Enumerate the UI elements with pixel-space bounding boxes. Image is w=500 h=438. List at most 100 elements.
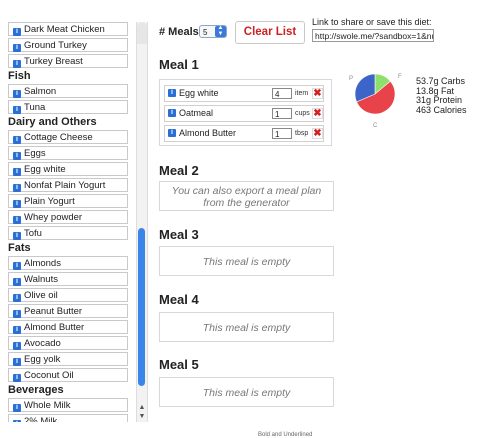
scrollbar-thumb[interactable] bbox=[138, 228, 145, 386]
food-list-item[interactable]: i2% Milk bbox=[8, 414, 128, 422]
food-list-item-label: Tuna bbox=[24, 102, 46, 113]
food-list-item[interactable]: i Whey powder bbox=[8, 210, 128, 224]
food-list-item-label: Eggs bbox=[24, 148, 46, 159]
food-list-item-label: Turkey Breast bbox=[24, 56, 83, 67]
meal-food-row: i Egg white 4 item ✖ bbox=[164, 85, 324, 102]
food-list-item[interactable]: i Coconut Oil bbox=[8, 368, 128, 382]
food-list-item[interactable]: i Peanut Butter bbox=[8, 304, 128, 318]
food-list-item[interactable]: i Turkey Breast bbox=[8, 54, 128, 68]
info-icon[interactable]: i bbox=[13, 326, 21, 334]
food-list-item[interactable]: i Ground Turkey bbox=[8, 38, 128, 52]
food-list-item-label: Avocado bbox=[24, 338, 61, 349]
food-category-heading: Dairy and Others bbox=[8, 116, 97, 128]
food-list-item-label: Dark Meat Chicken bbox=[24, 24, 105, 35]
food-list-item[interactable]: i Nonfat Plain Yogurt bbox=[8, 178, 128, 192]
info-icon[interactable]: i bbox=[13, 310, 21, 318]
food-list-item[interactable]: i Whole Milk bbox=[8, 398, 128, 412]
food-list-item-label: Egg white bbox=[24, 164, 66, 175]
meal-food-name: Oatmeal bbox=[179, 108, 214, 118]
food-list-item-label: Nonfat Plain Yogurt bbox=[24, 180, 106, 191]
food-list-item-label: Tofu bbox=[24, 228, 42, 239]
pie-label-fat: F bbox=[398, 74, 402, 80]
food-list-item[interactable]: i Cottage Cheese bbox=[8, 130, 128, 144]
scroll-down-arrow-icon[interactable]: ▼ bbox=[137, 413, 147, 421]
remove-food-icon[interactable]: ✖ bbox=[312, 88, 323, 99]
info-icon[interactable]: i bbox=[13, 294, 21, 302]
pie-label-protein: P bbox=[349, 76, 353, 82]
food-list-item[interactable]: i Eggs bbox=[8, 146, 128, 160]
quantity-input[interactable]: 4 bbox=[272, 88, 292, 99]
info-icon[interactable]: i bbox=[13, 216, 21, 224]
scrollbar-track-cap bbox=[137, 22, 147, 44]
info-icon[interactable]: i bbox=[13, 342, 21, 350]
info-icon[interactable]: i bbox=[13, 136, 21, 144]
food-list-item-label: Almond Butter bbox=[24, 322, 85, 333]
info-icon[interactable]: i bbox=[13, 374, 21, 382]
info-icon[interactable]: i bbox=[13, 420, 21, 422]
meal-3-placeholder[interactable]: This meal is empty bbox=[159, 246, 334, 276]
info-icon[interactable]: i bbox=[13, 232, 21, 240]
quantity-unit: item bbox=[295, 90, 309, 97]
food-list-scrollbar[interactable]: ▲ ▼ bbox=[136, 22, 148, 422]
info-icon[interactable]: i bbox=[13, 90, 21, 98]
pie-label-carbs: C bbox=[373, 123, 378, 129]
meals-count-value: 5 bbox=[203, 28, 208, 37]
food-list-item[interactable]: i Salmon bbox=[8, 84, 128, 98]
meal-1-box: i Egg white 4 item ✖ i Oatmeal 1 cups ✖ … bbox=[159, 79, 332, 146]
food-list-item[interactable]: i Almonds bbox=[8, 256, 128, 270]
info-icon[interactable]: i bbox=[13, 28, 21, 36]
meal-4-title: Meal 4 bbox=[159, 292, 199, 307]
info-icon[interactable]: i bbox=[13, 278, 21, 286]
food-list-item-label: Plain Yogurt bbox=[24, 196, 75, 207]
food-list-item[interactable]: i Plain Yogurt bbox=[8, 194, 128, 208]
info-icon[interactable]: i bbox=[13, 44, 21, 52]
food-list-item-label: Whole Milk bbox=[24, 400, 71, 411]
meal-food-name: Almond Butter bbox=[179, 128, 237, 138]
food-list-item-label: Cottage Cheese bbox=[24, 132, 93, 143]
quantity-unit: cups bbox=[295, 110, 310, 117]
info-icon[interactable]: i bbox=[13, 262, 21, 270]
quantity-input[interactable]: 1 bbox=[272, 108, 292, 119]
remove-food-icon[interactable]: ✖ bbox=[312, 128, 323, 139]
meal-1-title: Meal 1 bbox=[159, 57, 199, 72]
info-icon[interactable]: i bbox=[13, 404, 21, 412]
quantity-input[interactable]: 1 bbox=[272, 128, 292, 139]
info-icon[interactable]: i bbox=[168, 109, 176, 117]
info-icon[interactable]: i bbox=[13, 200, 21, 208]
meal-5-title: Meal 5 bbox=[159, 357, 199, 372]
share-link-input[interactable]: http://swole.me/?sandbox=1&num_m bbox=[312, 29, 434, 42]
info-icon[interactable]: i bbox=[13, 168, 21, 176]
food-list-item[interactable]: i Olive oil bbox=[8, 288, 128, 302]
info-icon[interactable]: i bbox=[13, 106, 21, 114]
remove-food-icon[interactable]: ✖ bbox=[312, 108, 323, 119]
food-list-item[interactable]: i Egg white bbox=[8, 162, 128, 176]
meal-4-placeholder[interactable]: This meal is empty bbox=[159, 312, 334, 342]
food-list-item-label: Coconut Oil bbox=[24, 370, 74, 381]
food-category-heading: Fish bbox=[8, 70, 31, 82]
macro-pie-chart: P F C bbox=[346, 71, 412, 131]
meal-5-placeholder[interactable]: This meal is empty bbox=[159, 377, 334, 407]
food-list-item-label: Salmon bbox=[24, 86, 57, 97]
food-list-item[interactable]: i Avocado bbox=[8, 336, 128, 350]
clear-list-button[interactable]: Clear List bbox=[235, 21, 305, 44]
info-icon[interactable]: i bbox=[168, 129, 176, 137]
select-stepper-icon: ▲ ▼ bbox=[215, 25, 226, 37]
food-list-item[interactable]: i Tofu bbox=[8, 226, 128, 240]
scroll-up-arrow-icon[interactable]: ▲ bbox=[137, 404, 147, 412]
food-list-item[interactable]: i Walnuts bbox=[8, 272, 128, 286]
food-list-item-label: Walnuts bbox=[24, 274, 58, 285]
food-category-heading: Fats bbox=[8, 242, 31, 254]
meal-2-placeholder[interactable]: You can also export a meal plan from the… bbox=[159, 181, 334, 211]
info-icon[interactable]: i bbox=[168, 89, 176, 97]
food-list-item[interactable]: i Egg yolk bbox=[8, 352, 128, 366]
info-icon[interactable]: i bbox=[13, 60, 21, 68]
meals-count-select[interactable]: 5 ▲ ▼ bbox=[199, 25, 227, 38]
food-list-item[interactable]: i Tuna bbox=[8, 100, 128, 114]
food-list-item[interactable]: i Almond Butter bbox=[8, 320, 128, 334]
macro-pie-svg: P F C bbox=[349, 73, 402, 129]
info-icon[interactable]: i bbox=[13, 184, 21, 192]
food-list-item-label: Almonds bbox=[24, 258, 61, 269]
info-icon[interactable]: i bbox=[13, 152, 21, 160]
info-icon[interactable]: i bbox=[13, 358, 21, 366]
food-list-item[interactable]: i Dark Meat Chicken bbox=[8, 22, 128, 36]
